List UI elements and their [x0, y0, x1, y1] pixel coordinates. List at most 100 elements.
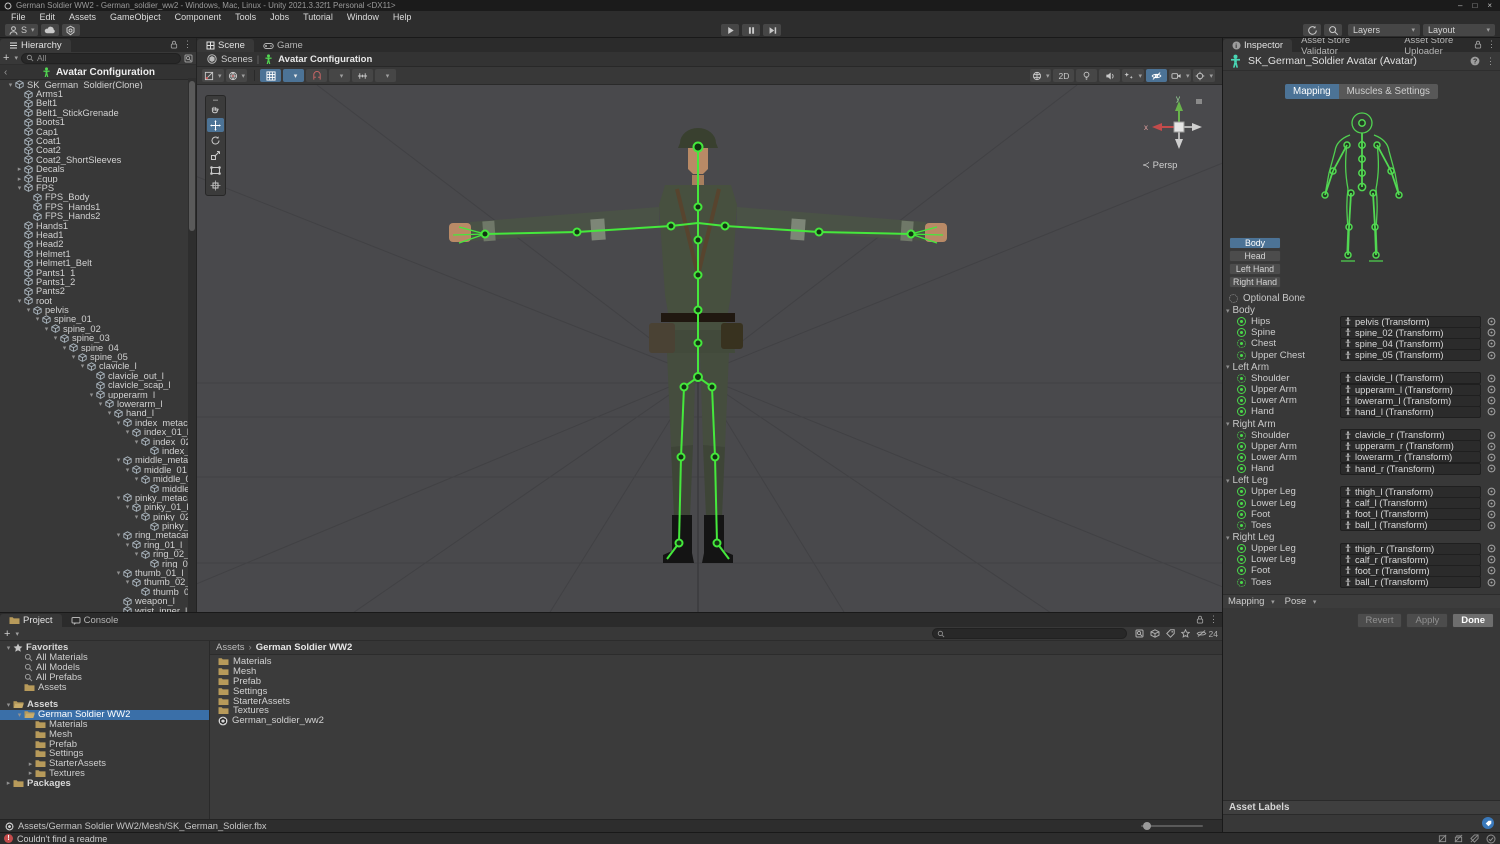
lock-icon[interactable]	[170, 40, 178, 49]
object-picker-icon[interactable]	[1486, 498, 1496, 508]
object-picker-icon[interactable]	[1486, 350, 1496, 360]
done-button[interactable]: Done	[1452, 612, 1494, 628]
bone-object-field[interactable]: upperarm_l (Transform)	[1340, 383, 1481, 396]
cloud-button[interactable]	[40, 24, 59, 36]
object-picker-icon[interactable]	[1486, 566, 1496, 576]
no-assetbundle-icon[interactable]	[1438, 834, 1447, 843]
tree-open-arrow-icon[interactable]: ▾	[42, 325, 51, 333]
transform-tool-button[interactable]	[207, 178, 224, 192]
tool-handle-position-dropdown[interactable]: ▾	[202, 69, 224, 82]
hierarchy-item-spine-01[interactable]: ▾ spine_01	[0, 315, 196, 324]
object-picker-icon[interactable]	[1486, 544, 1496, 554]
menu-jobs[interactable]: Jobs	[263, 12, 296, 22]
project-search-input[interactable]	[931, 628, 1127, 639]
hierarchy-item-middle-01-l[interactable]: ▾ middle_01_l	[0, 465, 196, 474]
search-window-icon[interactable]	[1135, 629, 1144, 638]
undo-history-button[interactable]	[1303, 24, 1321, 36]
hierarchy-item-middle-03-l[interactable]: middle_03_l	[0, 484, 196, 493]
tree-closed-arrow-icon[interactable]: ▸	[4, 779, 13, 787]
tab-hierarchy[interactable]: Hierarchy	[0, 39, 71, 52]
kebab-menu-icon[interactable]: ⋮	[1487, 40, 1496, 49]
menu-window[interactable]: Window	[340, 12, 386, 22]
revert-button[interactable]: Revert	[1356, 612, 1403, 628]
tree-open-arrow-icon[interactable]: ▾	[24, 306, 33, 314]
scene-orientation-gizmo[interactable]: y x ≺ Persp	[1140, 93, 1204, 171]
effects-dropdown[interactable]: ▾	[1122, 69, 1144, 82]
object-picker-icon[interactable]	[1486, 452, 1496, 462]
object-picker-icon[interactable]	[1486, 555, 1496, 565]
close-button[interactable]: ×	[1487, 1, 1492, 10]
section-header-right-arm[interactable]: ▾ Right Arm	[1223, 419, 1500, 430]
no-assetbundle-variant-icon[interactable]	[1454, 834, 1463, 843]
favorite-all-prefabs[interactable]: All Prefabs	[0, 672, 209, 682]
bone-object-field[interactable]: calf_l (Transform)	[1340, 497, 1481, 510]
breadcrumb-current[interactable]: German Soldier WW2	[256, 642, 353, 653]
grid-snap-dropdown[interactable]: ▾	[283, 69, 305, 82]
breadcrumb-assets[interactable]: Assets	[216, 642, 245, 653]
part-button-body[interactable]: Body	[1229, 237, 1281, 249]
tree-open-arrow-icon[interactable]: ▾	[69, 353, 78, 361]
pause-button[interactable]	[742, 24, 760, 36]
progress-check-icon[interactable]	[1486, 834, 1496, 844]
apply-button[interactable]: Apply	[1406, 612, 1449, 628]
favorite-all-models[interactable]: All Models	[0, 663, 209, 672]
menu-gameobject[interactable]: GameObject	[103, 12, 168, 22]
create-button[interactable]: + ▾	[3, 52, 18, 64]
bone-object-field[interactable]: spine_05 (Transform)	[1340, 349, 1481, 362]
menu-tutorial[interactable]: Tutorial	[296, 12, 340, 22]
tree-open-arrow-icon[interactable]: ▾	[33, 315, 42, 323]
mode-tab-mapping[interactable]: Mapping	[1285, 84, 1339, 99]
hierarchy-item-coat1[interactable]: Coat1	[0, 136, 196, 146]
tree-open-arrow-icon[interactable]: ▾	[132, 513, 141, 521]
palette-grip[interactable]: ▬	[206, 97, 225, 103]
asset-labels-header[interactable]: Asset Labels	[1223, 800, 1500, 815]
hierarchy-item-middle-02-l[interactable]: ▾middle_02_l	[0, 474, 196, 483]
tree-open-arrow-icon[interactable]: ▾	[4, 644, 13, 652]
menu-edit[interactable]: Edit	[33, 12, 63, 22]
project-tree-prefab[interactable]: Prefab	[0, 739, 209, 749]
object-picker-icon[interactable]	[1486, 509, 1496, 519]
section-header-left-arm[interactable]: ▾ Left Arm	[1223, 362, 1500, 373]
hierarchy-item-helmet1-belt[interactable]: Helmet1_Belt	[0, 258, 196, 268]
section-header-body[interactable]: ▾ Body	[1223, 305, 1500, 316]
object-picker-icon[interactable]	[1486, 385, 1496, 395]
object-picker-icon[interactable]	[1486, 487, 1496, 497]
hierarchy-item-root[interactable]: ▾ root	[0, 296, 196, 305]
increment-snap-dropdown[interactable]: ▾	[329, 69, 351, 82]
object-picker-icon[interactable]	[1486, 373, 1496, 383]
hierarchy-item-index-03-l[interactable]: index_03_l	[0, 446, 196, 456]
object-picker-icon[interactable]	[1486, 430, 1496, 440]
tree-closed-arrow-icon[interactable]: ▸	[26, 760, 35, 768]
tree-open-arrow-icon[interactable]: ▾	[78, 362, 87, 370]
hierarchy-item-belt1-stickgrenade[interactable]: Belt1_StickGrenade	[0, 108, 196, 118]
bone-object-field[interactable]: pelvis (Transform)	[1340, 315, 1481, 328]
audio-toggle[interactable]	[1099, 69, 1121, 82]
tree-open-arrow-icon[interactable]: ▾	[123, 503, 132, 511]
hierarchy-item-pants1-2[interactable]: Pants1_2	[0, 277, 196, 287]
scene-visibility-toggle[interactable]	[1145, 69, 1167, 82]
search-by-label-icon[interactable]	[1165, 629, 1175, 638]
hierarchy-item-pelvis[interactable]: ▾ pelvis	[0, 305, 196, 314]
tree-open-arrow-icon[interactable]: ▾	[123, 428, 132, 436]
tree-open-arrow-icon[interactable]: ▾	[132, 550, 141, 558]
asset-item-textures[interactable]: Textures	[210, 705, 1222, 716]
lock-icon[interactable]	[1196, 615, 1204, 624]
bone-object-field[interactable]: spine_02 (Transform)	[1340, 326, 1481, 339]
tree-open-arrow-icon[interactable]: ▾	[15, 184, 24, 192]
hierarchy-item-equp[interactable]: ▸ Equp	[0, 174, 196, 183]
create-asset-button[interactable]: + ▾	[4, 628, 19, 640]
kebab-menu-icon[interactable]: ⋮	[183, 40, 192, 49]
hierarchy-item-cap1[interactable]: Cap1	[0, 127, 196, 136]
hierarchy-item-sk-german-soldier-clone[interactable]: ▾ SK_German_Soldier(Clone)	[0, 80, 196, 89]
bone-object-field[interactable]: thigh_r (Transform)	[1340, 542, 1481, 555]
tab-asset-store-validator[interactable]: Asset Store Validator	[1292, 38, 1396, 57]
mapping-dropdown[interactable]: Mapping ▾	[1228, 596, 1275, 607]
hierarchy-item-fps-hands2[interactable]: FPS_Hands2	[0, 211, 196, 221]
bone-object-field[interactable]: calf_r (Transform)	[1340, 553, 1481, 566]
hierarchy-item-ring-03-l[interactable]: ring_03_l	[0, 559, 196, 568]
hidden-packages-toggle[interactable]: 24	[1196, 629, 1218, 639]
hand-tool-button[interactable]	[207, 103, 224, 117]
hierarchy-item-boots1[interactable]: Boots1	[0, 118, 196, 127]
tree-open-arrow-icon[interactable]: ▾	[96, 400, 105, 408]
hierarchy-item-middle-metacarpal-l[interactable]: ▾middle_metacarpal_l	[0, 456, 196, 465]
